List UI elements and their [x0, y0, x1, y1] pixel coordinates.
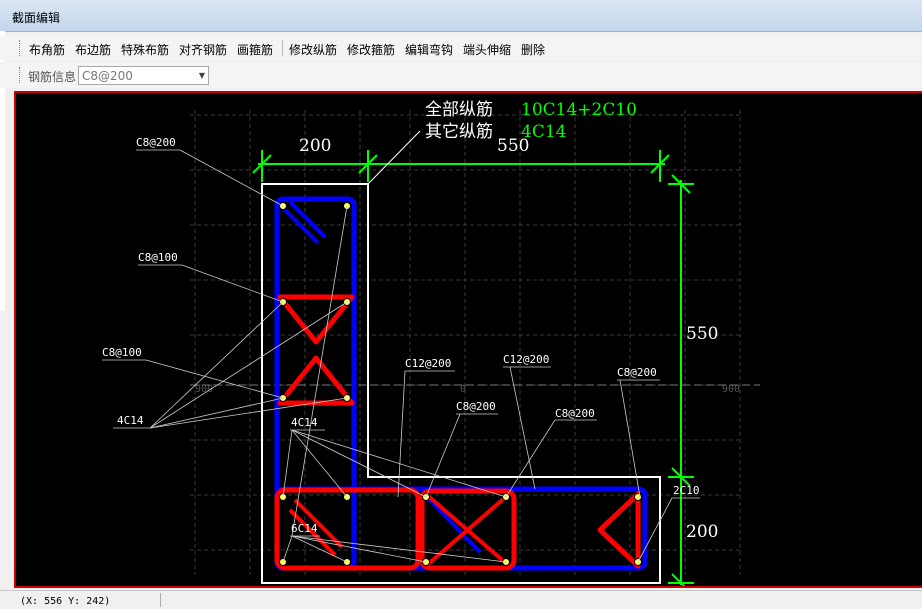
title-bar: 截面编辑	[0, 0, 922, 32]
status-divider	[160, 593, 161, 607]
annotation-label[interactable]: C8@200	[617, 366, 657, 379]
rebar-info-value: C8@200	[82, 69, 133, 83]
other-rebar-label: 其它纵筋	[425, 122, 493, 142]
annotation-label[interactable]: C8@200	[456, 400, 496, 413]
grid	[190, 110, 741, 575]
dimension-top-left: 200	[299, 136, 331, 156]
cursor-coordinates: (X: 556 Y: 242)	[20, 596, 111, 607]
rebar-info-select[interactable]: C8@200 ▼	[78, 66, 209, 85]
toolbar-grip[interactable]	[19, 40, 23, 56]
axis-label-center: 0	[460, 384, 466, 395]
chevron-down-icon[interactable]: ▼	[199, 71, 205, 80]
window-title: 截面编辑	[12, 11, 61, 25]
corner-rebar-button[interactable]: 布角筋	[29, 41, 65, 58]
other-rebar-value: 4C14	[521, 122, 566, 142]
annotation-label[interactable]: C12@200	[503, 353, 549, 366]
status-bar: (X: 556 Y: 242)	[0, 590, 922, 609]
annotation-label[interactable]: C8@200	[136, 136, 176, 149]
all-rebar-label: 全部纵筋	[425, 100, 493, 120]
draw-stirrup-button[interactable]: 画箍筋	[237, 41, 273, 58]
annotation-label[interactable]: C8@100	[138, 251, 178, 264]
stirrup-outer-vertical[interactable]	[274, 196, 357, 571]
toolbar-separator	[282, 40, 283, 56]
tie-triangle-right[interactable]	[597, 491, 641, 569]
annotation-label[interactable]: C8@100	[102, 346, 142, 359]
section-canvas[interactable]: 900 0 900 200 550 550 200 全部纵筋 10C14+2C1…	[16, 93, 922, 586]
annotation-label[interactable]: C12@200	[405, 357, 451, 370]
toolbar-main: 布角筋 布边筋 特殊布筋 对齐钢筋 画箍筋 修改纵筋 修改箍筋 编辑弯钩 端头伸…	[0, 36, 922, 60]
annotation-label[interactable]: 4C14	[117, 414, 144, 427]
edit-hook-button[interactable]: 编辑弯钩	[405, 41, 453, 58]
toolbar-rebar-info: 钢筋信息 C8@200 ▼	[0, 62, 922, 88]
tie-triangle-lower[interactable]	[277, 355, 355, 406]
toolbar-grip[interactable]	[19, 67, 23, 83]
annotation-leaders	[102, 149, 700, 563]
annotation-label[interactable]: 2C10	[673, 484, 700, 497]
rebar-info-label: 钢筋信息	[28, 70, 77, 84]
all-rebar-value: 10C14+2C10	[521, 100, 637, 120]
dimension-right-lower: 200	[686, 522, 718, 542]
align-rebar-button[interactable]: 对齐钢筋	[179, 41, 227, 58]
edit-longitudinal-button[interactable]: 修改纵筋	[289, 41, 337, 58]
delete-button[interactable]: 删除	[521, 41, 545, 58]
end-extend-button[interactable]: 端头伸缩	[463, 41, 511, 58]
special-rebar-button[interactable]: 特殊布筋	[121, 41, 169, 58]
edge-rebar-button[interactable]: 布边筋	[75, 41, 111, 58]
axis-label-right: 900	[722, 384, 740, 395]
annotation-label[interactable]: C8@200	[555, 407, 595, 420]
dimension-right-upper: 550	[686, 324, 718, 344]
annotation-label[interactable]: 6C14	[291, 522, 318, 535]
edit-stirrup-button[interactable]: 修改箍筋	[347, 41, 395, 58]
annotation-label[interactable]: 4C14	[291, 416, 318, 429]
